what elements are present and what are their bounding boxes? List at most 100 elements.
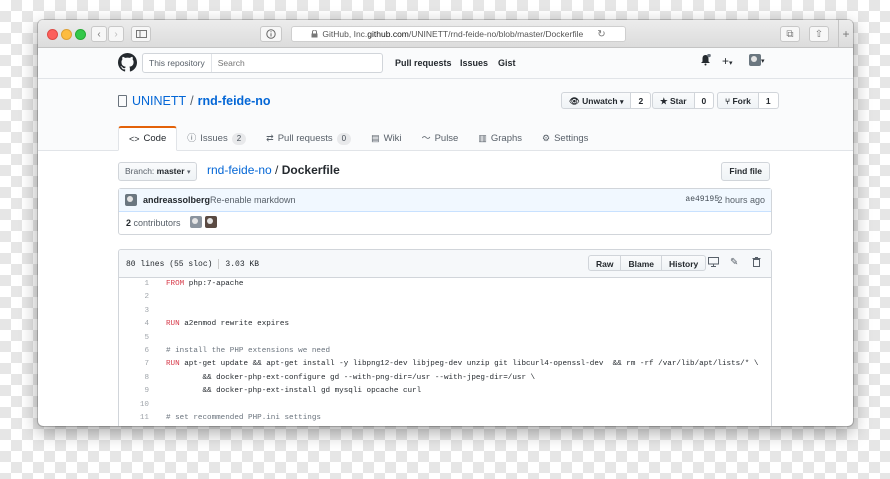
desktop-icon[interactable] [708, 257, 719, 270]
star-count[interactable]: 0 [694, 92, 715, 109]
line-content: # set recommended PHP.ini settings [158, 412, 321, 425]
tab-settings[interactable]: ⚙ Settings [532, 126, 598, 151]
issue-icon: ⓘ [187, 133, 197, 143]
tab-issues-label: Issues [200, 133, 228, 144]
browser-toolbar: ‹ › GitHub, Inc. github.com/UNINETT/rnd-… [38, 20, 853, 48]
github-header: This repository Pull requests Issues Gis… [38, 48, 853, 79]
search-box[interactable]: This repository [142, 53, 383, 73]
share-button[interactable]: ⇧ [809, 26, 829, 42]
contributors-count: 2 [126, 218, 132, 228]
user-menu-dropdown[interactable]: ▾ [749, 54, 765, 67]
tab-pull-requests-label: Pull requests [277, 133, 333, 144]
tabs-overview-button[interactable]: ⧉ [780, 26, 800, 42]
history-button[interactable]: History [661, 255, 707, 271]
new-tab-button[interactable]: + [838, 20, 853, 47]
contributor-avatar[interactable] [205, 216, 217, 228]
tab-wiki[interactable]: ▤ Wiki [361, 126, 411, 151]
line-number[interactable]: 3 [119, 305, 158, 318]
create-new-dropdown[interactable]: +▾ [722, 54, 733, 68]
site-info-button[interactable] [260, 26, 282, 42]
line-content [158, 332, 166, 345]
nav-pull-requests[interactable]: Pull requests [395, 58, 452, 68]
line-number[interactable]: 10 [119, 399, 158, 412]
line-content [158, 291, 166, 304]
nav-gist[interactable]: Gist [498, 58, 516, 68]
notifications-button[interactable] [700, 53, 711, 69]
line-content [158, 305, 166, 318]
fork-button[interactable]: ⑂ Fork [717, 92, 759, 109]
github-logo-icon[interactable] [118, 53, 137, 72]
line-number[interactable]: 7 [119, 358, 158, 371]
commit-tease: andreassolberg Re-enable markdown ae4919… [118, 188, 772, 235]
line-content: RUN apt-get update && apt-get install -y… [158, 358, 758, 371]
forward-button[interactable]: › [108, 26, 124, 42]
raw-button[interactable]: Raw [588, 255, 622, 271]
repo-title: UNINETT / rnd-feide-no [118, 94, 271, 108]
zoom-window-button[interactable] [75, 29, 86, 40]
close-window-button[interactable] [47, 29, 58, 40]
watch-count[interactable]: 2 [631, 92, 652, 109]
commit-sha-link[interactable]: ae49195 [685, 195, 719, 204]
code-line: 4 RUN a2enmod rewrite expires [119, 318, 771, 331]
address-bar[interactable]: GitHub, Inc. github.com/UNINETT/rnd-feid… [291, 26, 626, 42]
lock-icon [311, 30, 318, 38]
line-content: RUN a2enmod rewrite expires [158, 318, 289, 331]
nav-issues[interactable]: Issues [460, 58, 488, 68]
fork-group: ⑂ Fork 1 [717, 92, 779, 109]
tab-graphs[interactable]: ▥ Graphs [468, 126, 532, 151]
fork-count[interactable]: 1 [758, 92, 779, 109]
code-line: 7 RUN apt-get update && apt-get install -… [119, 358, 771, 371]
contributors-link[interactable]: 2 contributors [126, 218, 181, 228]
code-line: 10 [119, 399, 771, 412]
line-number[interactable]: 11 [119, 412, 158, 425]
commit-message-link[interactable]: Re-enable markdown [210, 195, 296, 205]
back-button[interactable]: ‹ [91, 26, 107, 42]
tab-issues[interactable]: ⓘ Issues 2 [177, 126, 256, 151]
blame-button[interactable]: Blame [620, 255, 662, 271]
plus-icon: + [842, 26, 850, 41]
repo-name-link[interactable]: rnd-feide-no [198, 94, 271, 108]
pull-requests-counter: 0 [336, 132, 352, 145]
line-number[interactable]: 1 [119, 278, 158, 291]
line-number[interactable]: 6 [119, 345, 158, 358]
line-number[interactable]: 8 [119, 372, 158, 385]
code-text: && docker-php-ext-install gd mysqli opca… [166, 387, 422, 396]
line-number[interactable]: 9 [119, 385, 158, 398]
repo-icon [118, 95, 127, 107]
reload-icon[interactable]: ↻ [597, 29, 605, 40]
line-number[interactable]: 2 [119, 291, 158, 304]
tab-pull-requests[interactable]: ⇄ Pull requests 0 [256, 126, 361, 151]
repo-owner-link[interactable]: UNINETT [132, 94, 186, 108]
sidebar-toggle-button[interactable] [131, 26, 151, 42]
minimize-window-button[interactable] [61, 29, 72, 40]
line-number[interactable]: 4 [119, 318, 158, 331]
bell-icon [701, 53, 711, 66]
branch-select[interactable]: Branch: master ▾ [118, 162, 198, 181]
watch-group: 👁︎ Unwatch ▾ 2 [561, 92, 652, 109]
commit-author-link[interactable]: andreassolberg [143, 195, 210, 205]
tabs-icon: ⧉ [786, 28, 794, 40]
search-input[interactable] [211, 54, 374, 72]
repo-tabs: <> Code ⓘ Issues 2 ⇄ Pull requests 0 ▤ W… [118, 126, 598, 151]
find-file-button[interactable]: Find file [721, 162, 770, 181]
trash-icon[interactable] [752, 257, 761, 270]
file-header: 80 lines (55 sloc) 3.03 KB Raw Blame Hist… [119, 250, 771, 278]
star-label: Star [669, 96, 687, 106]
star-button[interactable]: ★ Star [652, 92, 695, 109]
line-content: && docker-php-ext-install gd mysqli opca… [158, 385, 421, 398]
breadcrumb-repo-link[interactable]: rnd-feide-no [207, 163, 272, 177]
tab-pulse[interactable]: 〜 Pulse [412, 126, 469, 151]
chevron-right-icon: › [114, 28, 118, 40]
unwatch-button[interactable]: 👁︎ Unwatch ▾ [561, 92, 632, 109]
code-line: 5 [119, 332, 771, 345]
pencil-icon[interactable]: ✎ [730, 257, 738, 268]
line-number[interactable]: 5 [119, 332, 158, 345]
tab-graphs-label: Graphs [490, 133, 523, 144]
author-avatar[interactable] [125, 194, 137, 206]
contributor-avatar[interactable] [190, 216, 202, 228]
tab-code[interactable]: <> Code [118, 126, 178, 151]
repo-path-separator: / [190, 94, 194, 108]
code-keyword: RUN [166, 320, 180, 329]
issues-counter: 2 [231, 132, 247, 145]
repo-header: UNINETT / rnd-feide-no 👁︎ Unwatch ▾ 2 ★ … [38, 79, 853, 151]
